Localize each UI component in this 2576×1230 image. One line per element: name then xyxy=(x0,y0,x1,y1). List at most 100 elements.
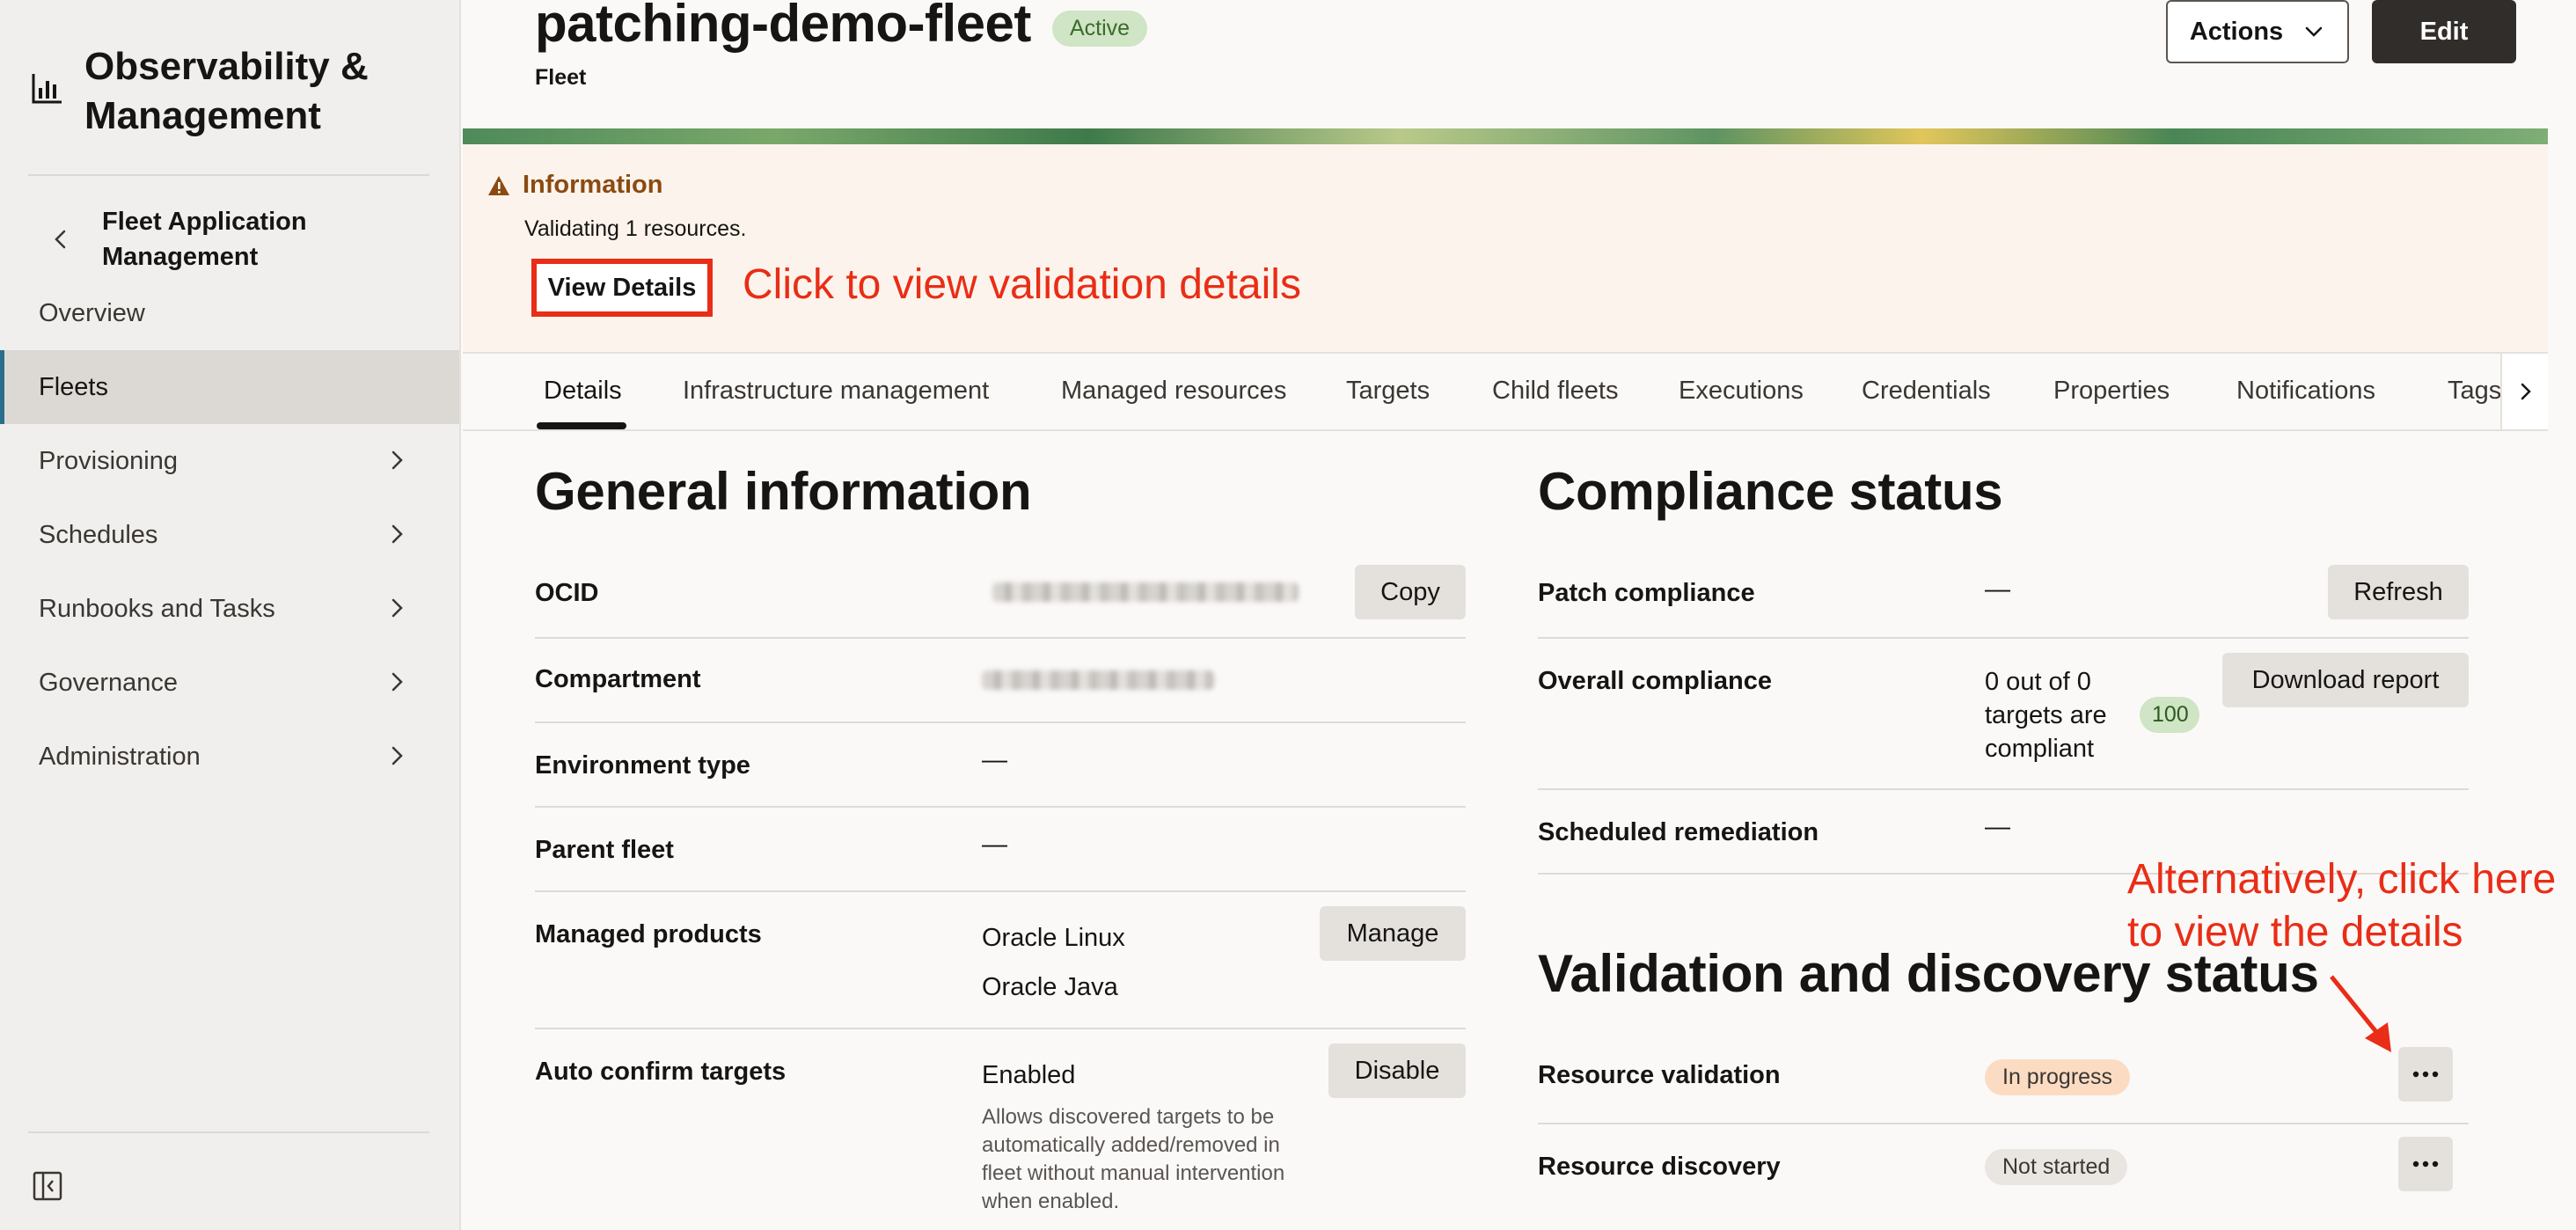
managed-product-item: Oracle Java xyxy=(982,973,1118,1001)
annotation-side-line2: to view the details xyxy=(2127,909,2463,955)
disable-button[interactable]: Disable xyxy=(1328,1043,1466,1098)
resource-validation-status-badge: In progress xyxy=(1985,1059,2131,1095)
header-banner-image xyxy=(463,128,2548,144)
sidebar-item-label: Fleets xyxy=(39,372,108,401)
sidebar-item-label: Provisioning xyxy=(39,446,178,475)
row-divider xyxy=(535,806,1466,808)
tab-managed-resources[interactable]: Managed resources xyxy=(1061,377,1286,406)
sidebar-item-runbooks[interactable]: Runbooks and Tasks xyxy=(0,572,459,646)
patch-compliance-label: Patch compliance xyxy=(1538,579,1755,607)
environment-type-value: — xyxy=(982,746,1007,774)
copy-button[interactable]: Copy xyxy=(1355,565,1466,619)
actions-button[interactable]: Actions xyxy=(2166,0,2349,63)
sidebar-brand-title: Observability & Management xyxy=(84,45,369,137)
resource-validation-label: Resource validation xyxy=(1538,1061,1781,1089)
sidebar-brand: Observability & Management xyxy=(30,42,436,141)
row-divider xyxy=(1538,1123,2469,1124)
tab-credentials[interactable]: Credentials xyxy=(1862,377,1991,406)
patch-compliance-value: — xyxy=(1985,575,2010,604)
parent-fleet-label: Parent fleet xyxy=(535,836,674,864)
row-divider xyxy=(1538,788,2469,790)
information-message: Validating 1 resources. xyxy=(524,216,747,241)
scheduled-remediation-value: — xyxy=(1985,813,2010,841)
resource-discovery-label: Resource discovery xyxy=(1538,1153,1781,1181)
tab-executions[interactable]: Executions xyxy=(1679,377,1804,406)
chevron-right-icon xyxy=(392,672,403,692)
scheduled-remediation-label: Scheduled remediation xyxy=(1538,818,1819,846)
sidebar-item-label: Overview xyxy=(39,298,145,327)
sidebar-back-label: Fleet Application Management xyxy=(102,208,307,271)
manage-button[interactable]: Manage xyxy=(1320,906,1466,961)
view-details-button[interactable]: View Details xyxy=(531,259,713,317)
environment-type-label: Environment type xyxy=(535,751,750,780)
overall-compliance-label: Overall compliance xyxy=(1538,667,1772,695)
sidebar-divider xyxy=(28,1131,429,1133)
tab-infrastructure-management[interactable]: Infrastructure management xyxy=(683,377,989,406)
status-badge: Active xyxy=(1052,11,1148,47)
chevron-right-icon xyxy=(392,598,403,618)
tab-tags[interactable]: Tags xyxy=(2448,377,2501,406)
chevron-right-icon xyxy=(392,450,403,470)
sidebar-item-fleets[interactable]: Fleets xyxy=(0,350,459,424)
chevron-down-icon xyxy=(2305,26,2323,37)
tab-targets[interactable]: Targets xyxy=(1346,377,1430,406)
tab-notifications[interactable]: Notifications xyxy=(2236,377,2375,406)
overall-compliance-value: 0 out of 0 targets are compliant xyxy=(1985,668,2107,763)
sidebar-item-provisioning[interactable]: Provisioning xyxy=(0,424,459,498)
tab-details[interactable]: Details xyxy=(544,377,622,406)
annotation-top: Click to view validation details xyxy=(743,261,1301,308)
more-options-icon xyxy=(2412,1160,2439,1168)
row-divider xyxy=(535,1028,1466,1029)
sidebar-item-schedules[interactable]: Schedules xyxy=(0,498,459,572)
chevron-left-icon xyxy=(55,230,66,249)
row-divider xyxy=(1538,637,2469,639)
annotation-arrow-icon xyxy=(2330,975,2391,1052)
chevron-right-icon xyxy=(392,524,403,544)
ocid-label: OCID xyxy=(535,579,599,607)
auto-confirm-targets-label: Auto confirm targets xyxy=(535,1058,787,1086)
row-divider xyxy=(535,637,1466,639)
sidebar: Observability & Management Fleet Applica… xyxy=(0,0,461,1230)
tab-active-indicator xyxy=(537,422,626,429)
sidebar-item-overview[interactable]: Overview xyxy=(0,276,459,350)
warning-icon xyxy=(488,175,509,195)
page-header: patching-demo-fleet Active Fleet Actions… xyxy=(461,0,2576,132)
tabs-scroll-right-button[interactable] xyxy=(2500,354,2548,429)
sidebar-item-label: Administration xyxy=(39,742,201,771)
compartment-label: Compartment xyxy=(535,665,701,693)
sidebar-divider xyxy=(28,174,429,176)
resource-validation-more-button[interactable] xyxy=(2398,1047,2453,1102)
compliance-status-heading: Compliance status xyxy=(1538,462,2003,521)
auto-confirm-help-text: Allows discovered targets to be automati… xyxy=(982,1105,1285,1213)
managed-product-item: Oracle Linux xyxy=(982,924,1125,952)
general-information-heading: General information xyxy=(535,462,1032,521)
sidebar-item-governance[interactable]: Governance xyxy=(0,646,459,720)
row-divider xyxy=(535,890,1466,892)
sidebar-back-link[interactable]: Fleet Application Management xyxy=(48,204,331,275)
tab-properties[interactable]: Properties xyxy=(2053,377,2170,406)
download-report-button[interactable]: Download report xyxy=(2222,653,2469,707)
page-title: patching-demo-fleet xyxy=(535,0,1031,53)
edit-button[interactable]: Edit xyxy=(2372,0,2516,63)
collapse-sidebar-icon[interactable] xyxy=(32,1170,63,1202)
sidebar-item-label: Runbooks and Tasks xyxy=(39,594,275,623)
compartment-value-redacted xyxy=(982,670,1214,690)
information-title: Information xyxy=(523,171,663,199)
sidebar-item-administration[interactable]: Administration xyxy=(0,720,459,794)
page-subtitle: Fleet xyxy=(535,65,587,90)
resource-discovery-more-button[interactable] xyxy=(2398,1137,2453,1191)
actions-button-label: Actions xyxy=(2189,17,2284,46)
sidebar-item-label: Schedules xyxy=(39,520,158,549)
auto-confirm-targets-value: Enabled xyxy=(982,1061,1076,1089)
tab-child-fleets[interactable]: Child fleets xyxy=(1492,377,1618,406)
refresh-button[interactable]: Refresh xyxy=(2328,565,2469,619)
chevron-right-icon xyxy=(392,746,403,765)
more-options-icon xyxy=(2412,1071,2439,1078)
row-divider xyxy=(535,721,1466,723)
tab-bar: Details Infrastructure management Manage… xyxy=(463,352,2548,431)
ocid-value-redacted xyxy=(992,582,1299,602)
information-banner: Information Validating 1 resources. View… xyxy=(463,144,2548,352)
parent-fleet-value: — xyxy=(982,831,1007,859)
information-header: Information xyxy=(487,171,663,200)
resource-discovery-status-badge: Not started xyxy=(1985,1149,2128,1185)
